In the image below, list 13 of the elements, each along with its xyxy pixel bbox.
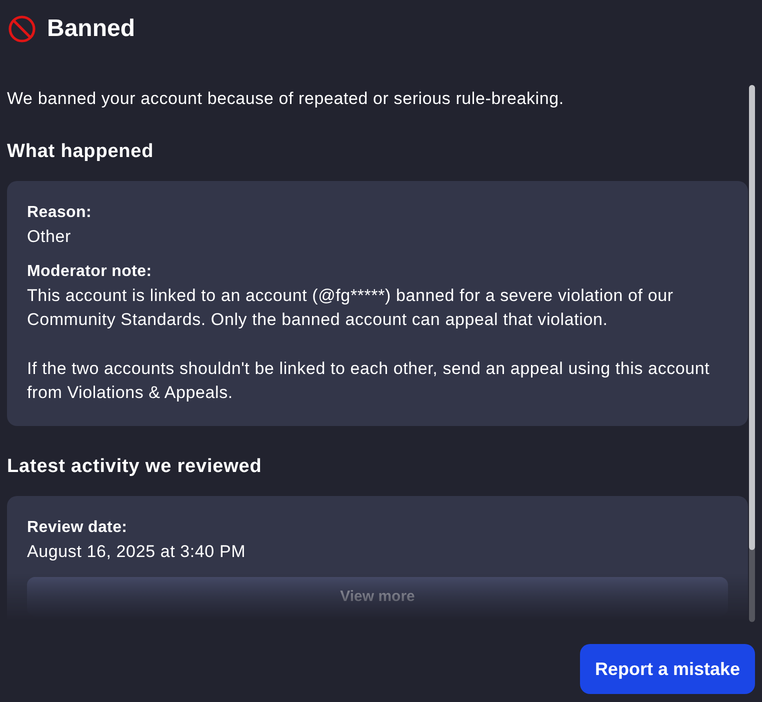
field-value: Other: [27, 226, 72, 248]
field-label: Reason:: [27, 203, 93, 223]
field-value: August 16, 2025 at 3:40 PM: [27, 540, 247, 563]
section-heading: Latest activity we reviewed: [7, 454, 263, 479]
field-label: Moderator note:: [27, 262, 153, 282]
field-value: This account is linked to an account (@fg*****) banned for a severe violation of our Community Standards. Only the banned account can appeal that violation.: [27, 284, 674, 332]
ban-icon: [8, 15, 36, 43]
summary-text: We banned your account because of repeated or serious rule-breaking.: [7, 88, 565, 110]
page-title: Banned: [47, 15, 136, 43]
report-mistake-button[interactable]: Report a mistake: [580, 644, 755, 694]
field-label: Review date:: [27, 518, 128, 538]
field-value: If the two accounts shouldn't be linked to each other, send an appeal using this account from Violations & Appeals.: [27, 358, 711, 404]
section-heading: What happened: [7, 140, 155, 164]
